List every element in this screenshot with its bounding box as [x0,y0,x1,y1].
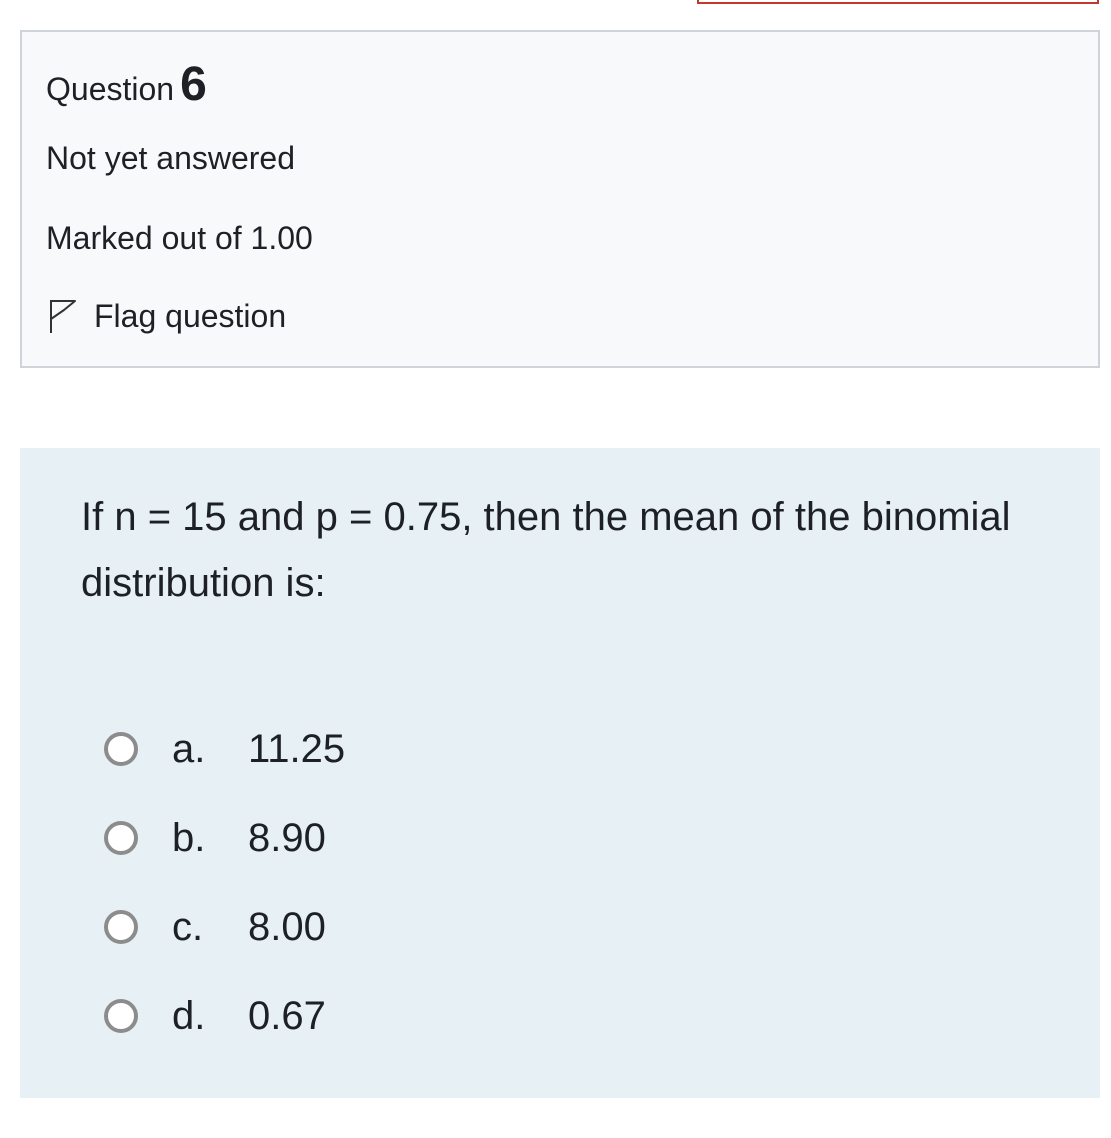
question-info-panel: Question 6 Not yet answered Marked out of… [20,30,1100,368]
answer-option-b[interactable]: b. 8.90 [104,793,326,882]
option-value: 0.67 [248,993,326,1038]
flag-outline-icon [50,300,76,333]
question-heading: Question 6 [46,56,207,118]
question-state: Not yet answered [46,140,296,176]
radio-button[interactable] [104,731,138,766]
flag-question-label: Flag question [94,298,287,334]
question-grade: Marked out of 1.00 [46,220,313,256]
answer-option-a[interactable]: a. 11.25 [104,704,345,793]
answer-option-c[interactable]: c. 8.00 [104,882,326,971]
option-letter: b. [172,815,206,860]
answer-option-d[interactable]: d. 0.67 [104,971,326,1060]
answer-options: a. 11.25 b. 8.90 c. 8.00 d. 0.67 [104,704,345,1060]
question-content-panel: If n = 15 and p = 0.75, then the mean of… [20,448,1100,1098]
option-letter: c. [172,904,204,949]
radio-button[interactable] [104,998,138,1033]
radio-button[interactable] [104,909,138,944]
option-value: 8.90 [248,815,326,860]
question-text: If n = 15 and p = 0.75, then the mean of… [81,495,1011,605]
question-label: Question [46,71,175,107]
option-value: 8.00 [248,904,326,949]
quiz-page: Question 6 Not yet answered Marked out of… [0,0,1111,1138]
option-letter: a. [172,726,206,771]
option-value: 11.25 [248,726,346,771]
top-nav-block-edge [697,0,1099,4]
flag-question-button[interactable]: Flag question [46,296,286,336]
question-number: 6 [180,58,207,111]
radio-button[interactable] [104,820,138,855]
option-letter: d. [172,993,206,1038]
